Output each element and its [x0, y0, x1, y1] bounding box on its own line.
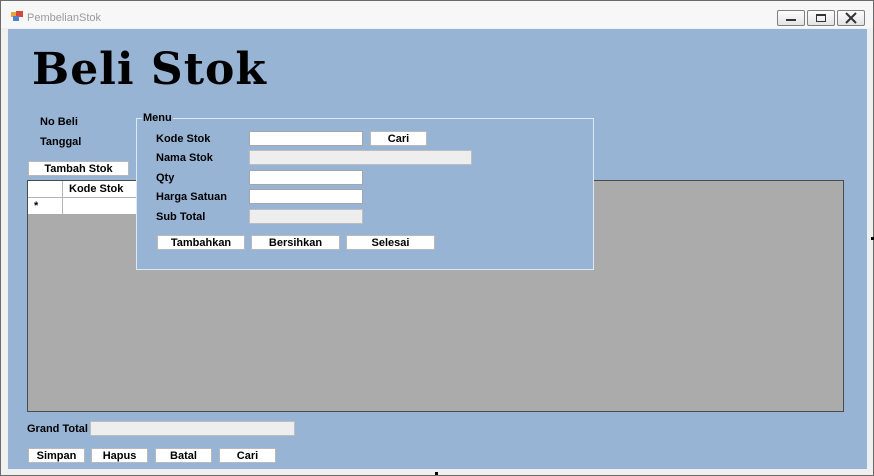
- tambah-stok-button[interactable]: Tambah Stok: [28, 161, 129, 176]
- page-title: Beli Stok: [32, 44, 267, 95]
- hapus-button[interactable]: Hapus: [91, 448, 148, 463]
- minimize-icon: [786, 19, 796, 21]
- minimize-button[interactable]: [777, 10, 805, 26]
- sub-total-label: Sub Total: [156, 211, 206, 223]
- qty-label: Qty: [156, 172, 175, 184]
- no-beli-label: No Beli: [40, 116, 78, 128]
- batal-button[interactable]: Batal: [155, 448, 212, 463]
- tambahkan-button[interactable]: Tambahkan: [157, 235, 245, 250]
- maximize-icon: [816, 14, 826, 22]
- sub-total-field: [249, 209, 363, 224]
- close-button[interactable]: [837, 10, 865, 26]
- nama-stok-label: Nama Stok: [156, 152, 213, 164]
- harga-satuan-input[interactable]: [249, 189, 363, 204]
- kode-stok-input[interactable]: [249, 131, 363, 146]
- new-row-header[interactable]: *: [28, 198, 63, 214]
- title-bar[interactable]: PembelianStok: [1, 1, 873, 28]
- grand-total-label: Grand Total: [27, 423, 88, 435]
- resize-handle-bottom[interactable]: [435, 472, 438, 475]
- menu-groupbox-title: Menu: [142, 112, 173, 124]
- menu-cari-button[interactable]: Cari: [370, 131, 427, 146]
- window-title: PembelianStok: [27, 12, 101, 24]
- grand-total-field: [90, 421, 295, 436]
- grid-header-corner: [28, 181, 63, 198]
- bersihkan-button[interactable]: Bersihkan: [251, 235, 340, 250]
- tanggal-label: Tanggal: [40, 136, 82, 148]
- maximize-button[interactable]: [807, 10, 835, 26]
- qty-input[interactable]: [249, 170, 363, 185]
- selesai-button[interactable]: Selesai: [346, 235, 435, 250]
- close-icon: [845, 12, 857, 24]
- kode-stok-label: Kode Stok: [156, 133, 211, 145]
- form-app-icon: [11, 11, 23, 21]
- simpan-button[interactable]: Simpan: [28, 448, 85, 463]
- bottom-cari-button[interactable]: Cari: [219, 448, 276, 463]
- harga-satuan-label: Harga Satuan: [156, 191, 227, 203]
- nama-stok-field: [249, 150, 472, 165]
